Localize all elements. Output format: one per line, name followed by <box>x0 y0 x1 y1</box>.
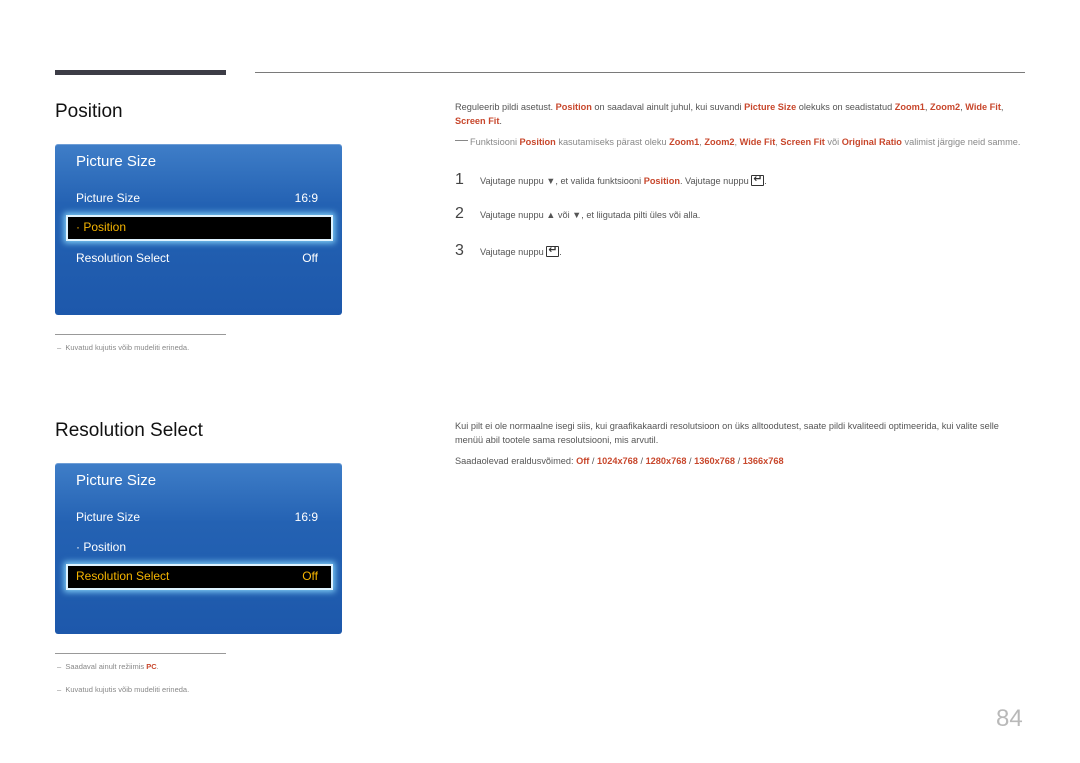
resolution-option: 1280x768 <box>645 456 687 466</box>
step-text: Vajutage nuppu . <box>480 243 562 257</box>
step-number: 1 <box>455 171 464 188</box>
osd-item-position[interactable]: · Position <box>76 538 318 558</box>
available-resolutions: Saadaolevad eraldusvõimed: Off / 1024x76… <box>455 456 784 466</box>
osd-item-value: 16:9 <box>294 191 318 205</box>
resolution-option: 1360x768 <box>694 456 736 466</box>
note-dash <box>455 140 468 141</box>
position-note: Funktsiooni Position kasutamiseks pärast… <box>455 135 1030 149</box>
osd-item-label: Picture Size <box>76 510 141 524</box>
resolution-option: Off <box>576 456 590 466</box>
resolution-description: Kui pilt ei ole normaalne isegi siis, ku… <box>455 421 999 445</box>
osd-item-value: Off <box>302 569 318 583</box>
osd-item-label: Resolution Select <box>76 569 170 583</box>
resolution-option: 1366x768 <box>742 456 784 466</box>
step-text: Vajutage nuppu ▼, et valida funktsiooni … <box>480 172 767 186</box>
osd-menu-resolution: Picture Size Picture Size 16:9 · Positio… <box>55 463 342 634</box>
osd-item-label: Resolution Select <box>76 251 170 265</box>
step-text: Vajutage nuppu ▲ või ▼, et liigutada pil… <box>480 210 701 220</box>
section-title-position: Position <box>55 101 123 122</box>
step-number: 3 <box>455 242 464 259</box>
footnote: – Kuvatud kujutis võib mudeliti erineda. <box>57 685 190 694</box>
osd-title: Picture Size <box>76 472 157 489</box>
osd-item-label: · Position <box>76 540 127 554</box>
osd-item-picture-size[interactable]: Picture Size 16:9 <box>76 508 318 528</box>
page-number: 84 <box>996 705 1023 732</box>
osd-item-resolution-select[interactable]: Resolution Select Off <box>76 249 318 269</box>
osd-item-label: Picture Size <box>76 191 141 205</box>
osd-item-resolution-select-selected[interactable]: Resolution Select Off <box>66 564 333 590</box>
footnote: – Kuvatud kujutis võib mudeliti erineda. <box>57 343 190 352</box>
osd-item-label: · Position <box>76 220 127 234</box>
position-description: Reguleerib pildi asetust. Position on sa… <box>455 102 1004 126</box>
note-divider <box>55 334 226 335</box>
osd-item-value: 16:9 <box>294 510 318 524</box>
osd-item-value: Off <box>302 251 318 265</box>
header-rule-thin <box>255 72 1025 73</box>
resolution-option: 1024x768 <box>597 456 638 466</box>
osd-item-position-selected[interactable]: · Position <box>66 215 333 241</box>
header-rule-thick <box>55 70 226 75</box>
osd-menu-position: Picture Size Picture Size 16:9 · Positio… <box>55 144 342 315</box>
step-number: 2 <box>455 205 464 222</box>
enter-icon <box>751 172 765 186</box>
section-title-resolution-select: Resolution Select <box>55 420 203 441</box>
enter-icon <box>546 243 560 257</box>
footnote: – Saadaval ainult režiimis PC. <box>57 662 159 671</box>
footnote-text: Kuvatud kujutis võib mudeliti erineda. <box>65 343 190 352</box>
note-divider <box>55 653 226 654</box>
osd-item-picture-size[interactable]: Picture Size 16:9 <box>76 189 318 209</box>
osd-title: Picture Size <box>76 153 157 170</box>
